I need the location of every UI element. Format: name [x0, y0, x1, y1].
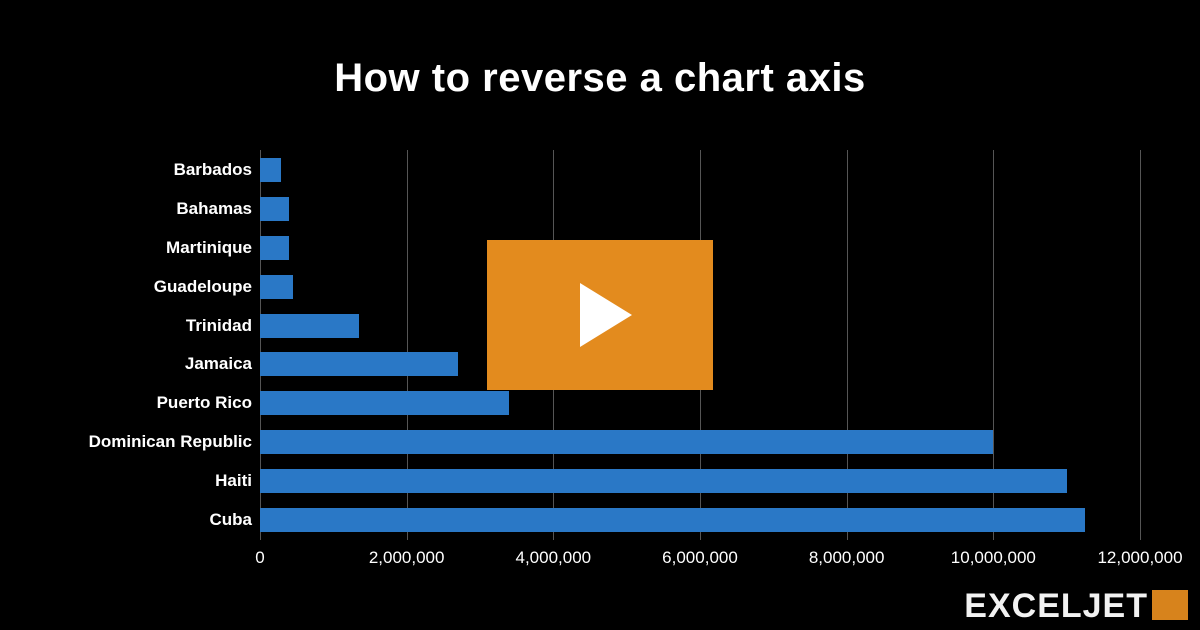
- bar-row: [260, 430, 1140, 454]
- brand-icon: [1152, 590, 1188, 620]
- play-button[interactable]: [487, 240, 713, 390]
- x-axis-label: 12,000,000: [1097, 548, 1182, 568]
- y-axis-label: Bahamas: [60, 197, 252, 221]
- x-axis-labels: 02,000,0004,000,0006,000,0008,000,00010,…: [260, 548, 1140, 572]
- bar: [260, 469, 1067, 493]
- bar: [260, 236, 289, 260]
- y-axis-label: Martinique: [60, 236, 252, 260]
- bar-row: [260, 508, 1140, 532]
- bar: [260, 275, 293, 299]
- bar-row: [260, 469, 1140, 493]
- x-axis-label: 2,000,000: [369, 548, 445, 568]
- y-axis-label: Haiti: [60, 469, 252, 493]
- y-axis-label: Barbados: [60, 158, 252, 182]
- x-axis-label: 4,000,000: [516, 548, 592, 568]
- bar: [260, 391, 509, 415]
- bar-row: [260, 197, 1140, 221]
- y-axis-label: Dominican Republic: [60, 430, 252, 454]
- brand-logo: EXCELJET: [964, 587, 1188, 626]
- y-axis-label: Puerto Rico: [60, 391, 252, 415]
- page-title: How to reverse a chart axis: [0, 0, 1200, 121]
- y-axis-label: Guadeloupe: [60, 275, 252, 299]
- y-axis-labels: Barbados Bahamas Martinique Guadeloupe Trini…: [60, 158, 252, 532]
- bar: [260, 158, 281, 182]
- y-axis-label: Jamaica: [60, 352, 252, 376]
- bar: [260, 430, 993, 454]
- bar: [260, 508, 1085, 532]
- bar: [260, 314, 359, 338]
- x-axis-label: 10,000,000: [951, 548, 1036, 568]
- x-axis-label: 6,000,000: [662, 548, 738, 568]
- bar-row: [260, 158, 1140, 182]
- gridline: [1140, 150, 1141, 540]
- bar: [260, 197, 289, 221]
- x-axis-label: 8,000,000: [809, 548, 885, 568]
- bar-row: [260, 391, 1140, 415]
- y-axis-label: Cuba: [60, 508, 252, 532]
- y-axis-label: Trinidad: [60, 314, 252, 338]
- bar: [260, 352, 458, 376]
- x-axis-label: 0: [255, 548, 264, 568]
- play-icon: [580, 283, 632, 347]
